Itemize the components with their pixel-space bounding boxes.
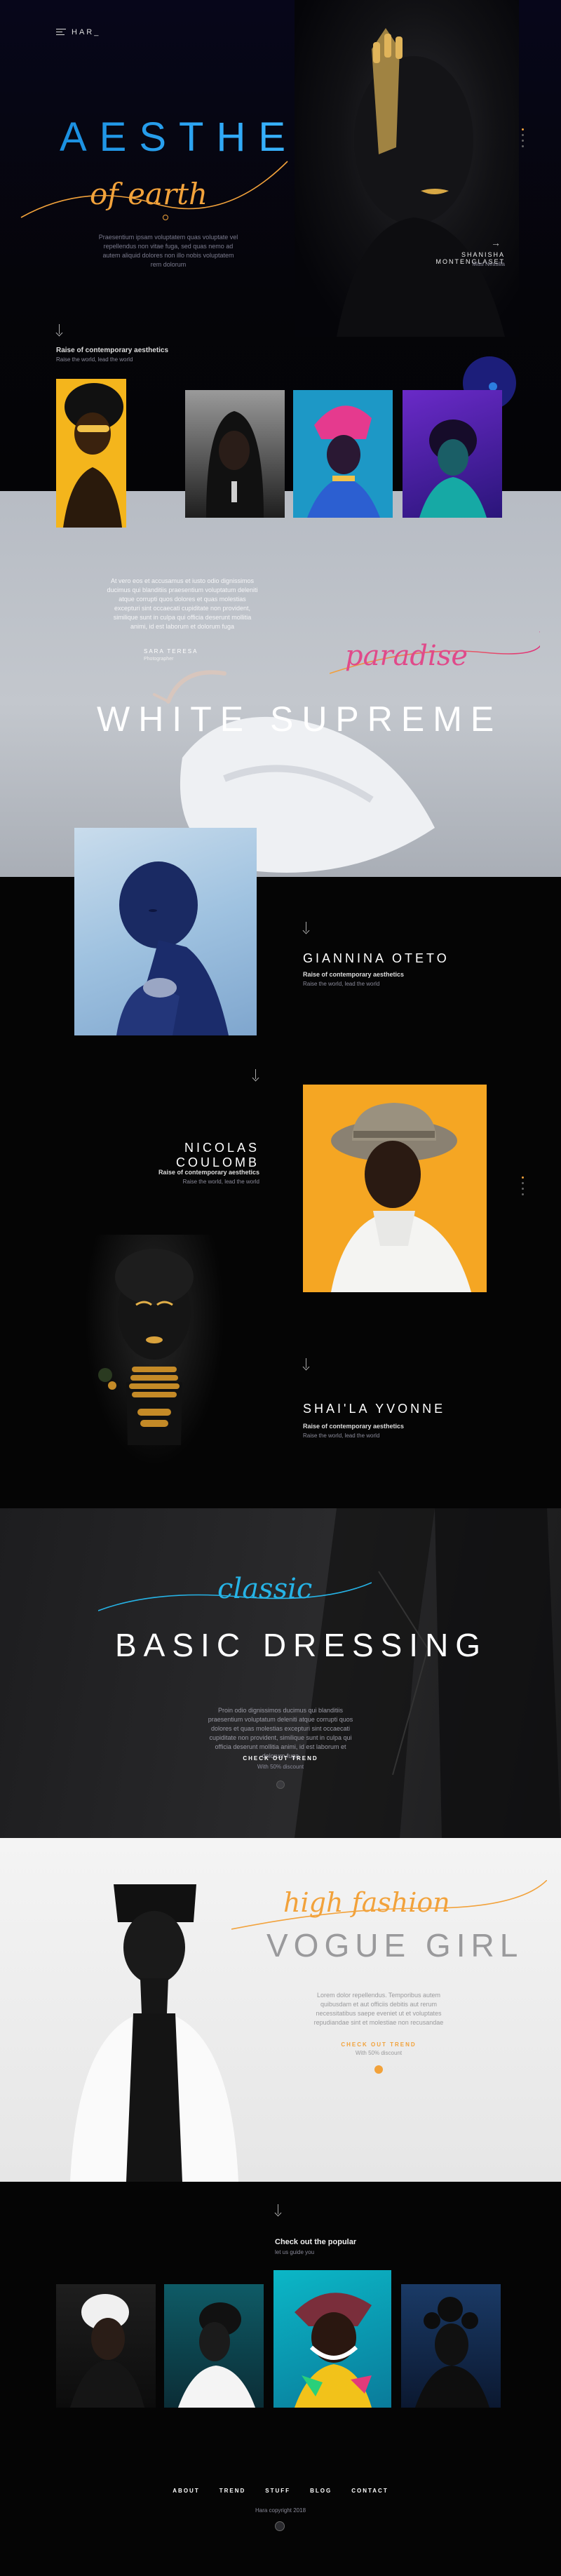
classic-play-button[interactable] [276, 1780, 285, 1789]
footer-nav: ABOUT TREND STUFF BLOG CONTACT [0, 2488, 561, 2494]
popular-card-2[interactable] [164, 2284, 264, 2408]
vogue-script: high fashion [283, 1887, 450, 1918]
menu-icon[interactable] [56, 27, 66, 37]
person-3-photo [84, 1235, 224, 1466]
hero-thumb-3[interactable] [293, 390, 393, 518]
popular-card-3[interactable] [273, 2270, 391, 2408]
hero-portrait [295, 0, 519, 337]
hero-title: AESTHE [60, 114, 299, 160]
person-2-arrow [252, 1069, 259, 1082]
person-3-title: Raise of contemporary aesthetics [303, 1423, 405, 1430]
people-slide-dots[interactable] [522, 1173, 524, 1199]
hero-slide-dots[interactable] [522, 125, 524, 151]
classic-body: Proin odio dignissimos ducimus qui bland… [208, 1707, 353, 1759]
classic-script: classic [217, 1573, 313, 1605]
popular-card-4[interactable] [401, 2284, 501, 2408]
hero-person-role: Miss Nessilla [472, 261, 505, 267]
vogue-cta[interactable]: CHECK OUT TREND [309, 2041, 449, 2048]
popular-sub: let us guide you [275, 2249, 315, 2255]
person-2-photo [303, 1085, 487, 1292]
footer-nav-trend[interactable]: TREND [219, 2488, 246, 2494]
white-author-role: Photographer [144, 657, 174, 662]
intro-sub: Raise the world, lead the world [56, 356, 133, 363]
white-title: WHITE SUPREME [97, 699, 503, 739]
popular-title: Check out the popular [275, 2238, 357, 2246]
intro-title: Raise of contemporary aesthetics [56, 347, 169, 354]
logo-text: HAR_ [72, 27, 101, 36]
scroll-down-arrow[interactable] [56, 324, 63, 337]
person-3-arrow [303, 1358, 310, 1371]
person-2-title: Raise of contemporary aesthetics [158, 1169, 259, 1176]
classic-section: classic BASIC DRESSING Proin odio dignis… [0, 1508, 561, 1838]
hero-script: of earth [90, 177, 208, 211]
classic-cta-sub: With 50% discount [257, 1764, 304, 1770]
classic-cta[interactable]: CHECK OUT TREND [210, 1755, 351, 1762]
vogue-cta-sub: With 50% discount [355, 2050, 403, 2056]
person-1-name: GIANNINA OTETO [303, 951, 450, 965]
person-1-sub: Raise the world, lead the world [303, 981, 380, 987]
popular-arrow [275, 2204, 282, 2217]
footer-copyright: Hara copyright 2018 [255, 2507, 306, 2514]
white-author: SARA TERESA [144, 648, 198, 655]
white-quote: At vero eos et accusamus et iusto odio d… [107, 577, 258, 630]
footer-play-button[interactable] [275, 2521, 285, 2531]
hero-thumb-2[interactable] [185, 390, 285, 518]
hero-thumb-4[interactable] [403, 390, 502, 518]
hero-portrait-art [337, 28, 505, 337]
logo[interactable]: HAR_ [56, 27, 100, 37]
person-1-arrow [303, 922, 310, 934]
footer-nav-contact[interactable]: CONTACT [351, 2488, 388, 2494]
footer-nav-blog[interactable]: BLOG [310, 2488, 332, 2494]
person-1-title: Raise of contemporary aesthetics [303, 971, 405, 978]
person-1-photo [74, 828, 257, 1035]
person-2-name: NICOLAS COULOMB [175, 1141, 259, 1169]
hero-center-dot[interactable] [163, 215, 168, 220]
person-3-name: SHAI'LA YVONNE [303, 1402, 446, 1416]
person-3-sub: Raise the world, lead the world [303, 1433, 380, 1439]
vogue-figure [70, 1884, 238, 2182]
footer-nav-stuff[interactable]: STUFF [265, 2488, 290, 2494]
white-supreme-section: At vero eos et accusamus et iusto odio d… [0, 491, 561, 877]
popular-section: Check out the popular let us guide you A… [0, 2182, 561, 2576]
jacket-art [295, 1508, 561, 1838]
person-2-sub: Raise the world, lead the world [182, 1179, 259, 1185]
hero-next-arrow[interactable]: → [491, 237, 501, 248]
vogue-play-button[interactable] [374, 2065, 383, 2074]
classic-title: BASIC DRESSING [115, 1627, 488, 1663]
hero-blurb: Praesentium ipsam voluptatem quas volupt… [98, 234, 238, 268]
popular-card-1[interactable] [56, 2284, 156, 2408]
vogue-body: Lorem dolor repellendus. Temporibus aute… [313, 1992, 444, 2026]
hero-thumb-1[interactable] [56, 379, 126, 528]
white-script: paradise [345, 640, 468, 672]
vogue-title: VOGUE GIRL [266, 1927, 524, 1964]
vogue-section: high fashion VOGUE GIRL Lorem dolor repe… [0, 1838, 561, 2182]
footer-nav-about[interactable]: ABOUT [173, 2488, 199, 2494]
